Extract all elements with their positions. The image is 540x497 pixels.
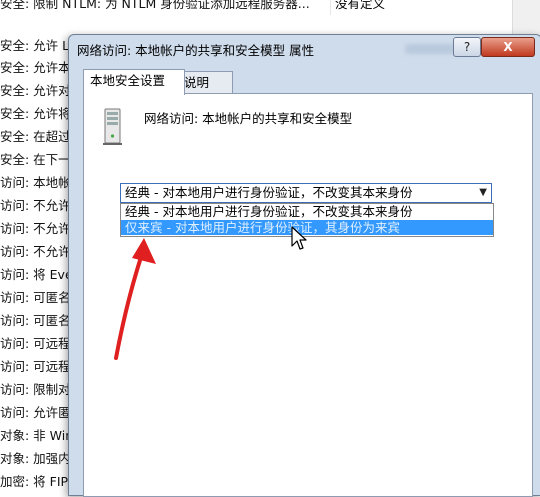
dropdown-list: 经典 - 对本地用户进行身份验证，不改变其本来身份 仅来宾 - 对本地用户进行身… xyxy=(120,203,494,237)
tab-explain[interactable]: 说明 xyxy=(177,71,233,94)
close-button[interactable]: X xyxy=(481,37,535,57)
help-button[interactable]: ? xyxy=(453,37,481,57)
tab-panel: 网络访问: 本地帐户的共享和安全模型 经典 - 对本地用户进行身份验证，不改变其… xyxy=(83,93,533,497)
title-bar[interactable]: 网络访问: 本地帐户的共享和安全模型 属性 ? X xyxy=(69,35,540,61)
tab-local-security-setting[interactable]: 本地安全设置 xyxy=(83,69,185,95)
option-classic[interactable]: 经典 - 对本地用户进行身份验证，不改变其本来身份 xyxy=(121,204,493,219)
computer-tower-icon xyxy=(103,108,122,145)
policy-name: 安全: 限制 NTLM: 为 NTLM 身份验证添加远程服务器... xyxy=(0,0,310,11)
select-value: 经典 - 对本地用户进行身份验证，不改变其本来身份 xyxy=(125,185,413,200)
mouse-pointer-icon xyxy=(291,226,307,250)
policy-setting-top: 没有定义 xyxy=(330,0,515,15)
dialog-title: 网络访问: 本地帐户的共享和安全模型 属性 xyxy=(77,43,315,58)
chevron-down-icon[interactable]: ▼ xyxy=(479,184,487,202)
policy-row-top[interactable]: 安全: 限制 NTLM: 为 NTLM 身份验证添加远程服务器... xyxy=(0,0,330,15)
security-model-select[interactable]: 经典 - 对本地用户进行身份验证，不改变其本来身份 ▼ xyxy=(120,183,492,203)
option-guest-only[interactable]: 仅来宾 - 对本地用户进行身份验证，其身份为来宾 xyxy=(121,220,493,235)
properties-dialog: 网络访问: 本地帐户的共享和安全模型 属性 ? X 本地安全设置 说明 网络访问… xyxy=(68,34,540,497)
policy-title: 网络访问: 本地帐户的共享和安全模型 xyxy=(144,111,353,126)
